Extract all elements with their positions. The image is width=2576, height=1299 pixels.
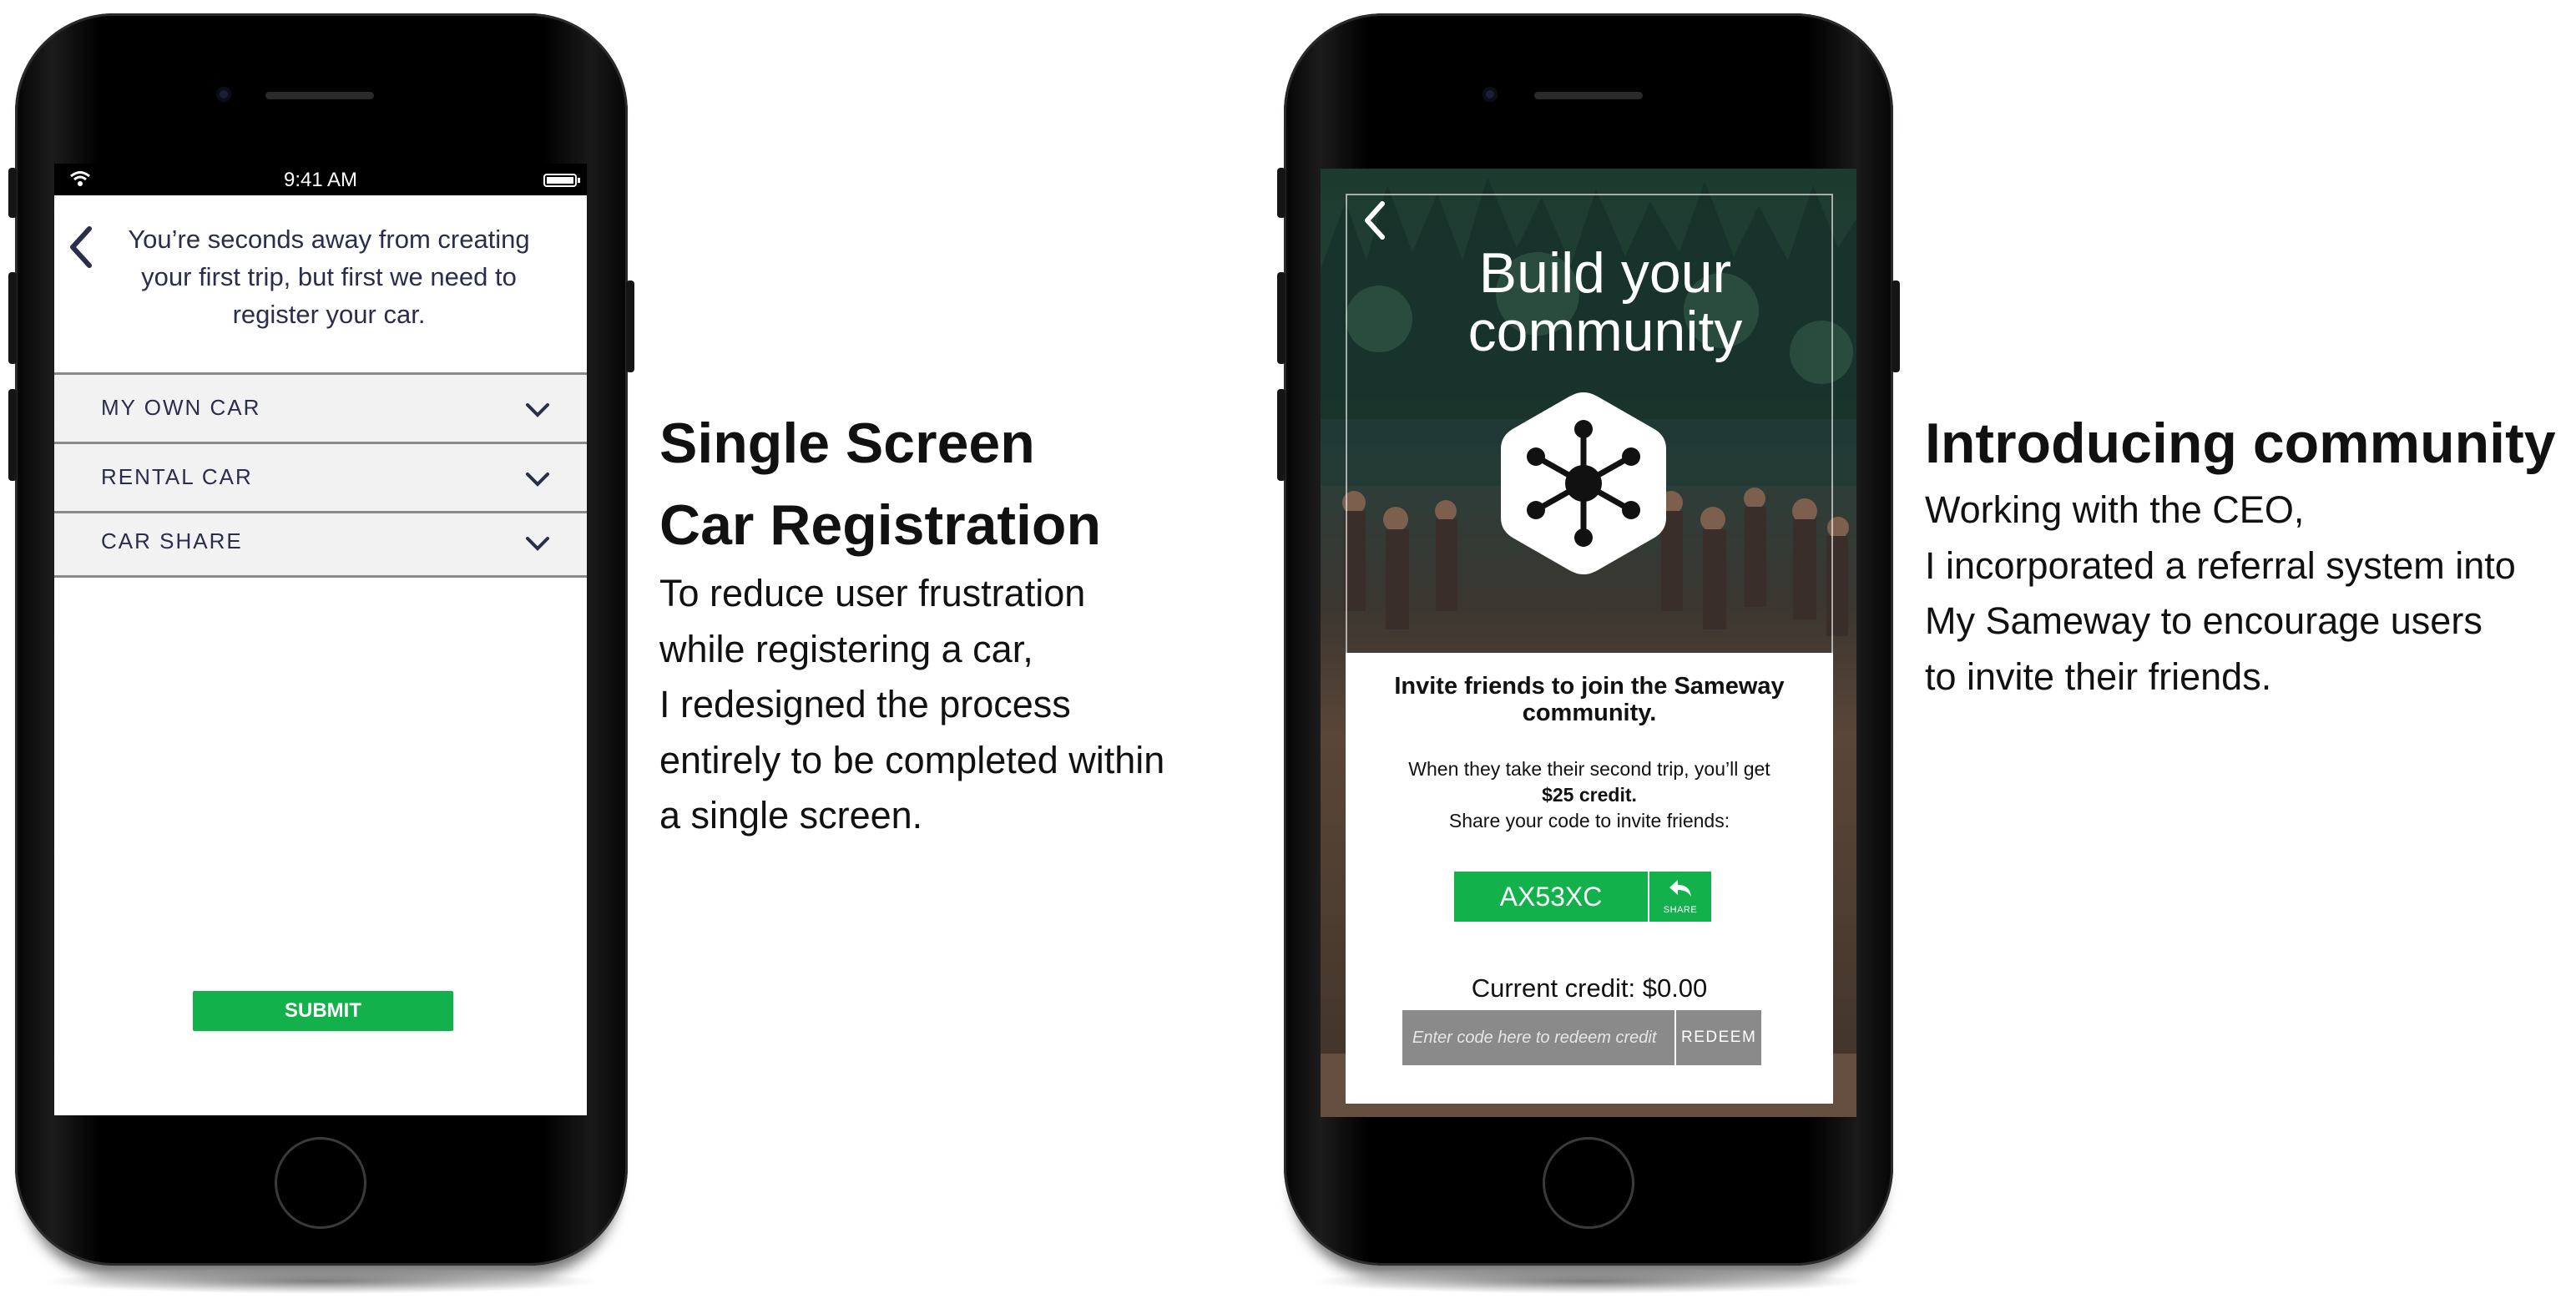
invite-card: Invite friends to join the Sameway commu… [1346,653,1833,1104]
caption-body-line: a single screen. [659,794,923,837]
invite-heading: Invite friends to join the Sameway commu… [1394,673,1785,726]
option-label: MY OWN CAR [101,395,261,420]
referral-code[interactable]: AX53XC [1454,872,1648,922]
phone-power-button [626,281,634,372]
phone-mute-switch [1277,168,1285,218]
status-bar: 9:41 AM [54,164,587,195]
caption-body-line: I incorporated a referral system into [1925,543,2516,587]
status-time: 9:41 AM [283,169,358,191]
option-label: RENTAL CAR [101,464,253,489]
earpiece-speaker [1534,92,1643,99]
current-credit: Current credit: $0.00 [1471,973,1708,1003]
caption-body-line: I redesigned the process [659,683,1071,725]
caption-body-line: Working with the CEO, [1925,488,2305,531]
hex-network-logo-icon [1501,392,1666,574]
credit-amount: $25 credit. [1362,782,1816,808]
back-chevron-icon[interactable] [1361,199,1389,242]
phone-volume-up [8,272,17,364]
option-car-share[interactable]: CAR SHARE [54,513,587,578]
info-line: When they take their second trip, you’ll… [1408,758,1770,780]
info-line: Share your code to invite friends: [1448,810,1730,831]
community-title-line: Build your [1478,241,1732,305]
front-camera [216,87,231,102]
share-button[interactable]: SHARE [1649,872,1711,922]
home-button[interactable] [1543,1137,1634,1229]
option-rental-car[interactable]: RENTAL CAR [54,444,587,513]
home-button[interactable] [275,1137,366,1229]
community-title-line: community [1467,300,1743,363]
caption-title-line: Car Registration [659,493,1101,557]
caption-title-line: Single Screen [659,412,1035,475]
redeem-button[interactable]: REDEEM [1676,1010,1761,1065]
registration-screen: 9:41 AM You’re seconds away from creatin… [54,164,587,1115]
caption-body-line: to invite their friends. [1925,655,2272,698]
phone-volume-down [8,389,17,481]
earpiece-speaker [265,92,374,99]
phone-shadow [1309,1269,1868,1294]
caption-title: Introducing community [1925,412,2556,475]
share-arrow-icon [1669,880,1691,897]
phone-shadow [40,1269,603,1294]
chevron-down-icon [526,473,549,487]
caption-title: Single Screen Car Registration [659,402,1101,566]
phone-mockup-right: Build your community Invite friends to j… [1277,13,1900,1294]
option-label: CAR SHARE [101,528,243,553]
caption-body: Working with the CEO, I incorporated a r… [1925,483,2516,705]
credit-amount-text: $25 credit. [1542,784,1637,806]
battery-icon [543,174,580,187]
redeem-code-input[interactable] [1402,1010,1674,1065]
front-camera [1482,87,1498,102]
option-my-own-car[interactable]: MY OWN CAR [54,375,587,444]
invite-info: When they take their second trip, you’ll… [1362,756,1816,834]
phone-mockup-left: 9:41 AM You’re seconds away from creatin… [8,13,634,1294]
registration-prompt: You’re seconds away from creating your f… [128,225,530,329]
caption-body-line: while registering a car, [659,627,1033,670]
phone-power-button [1892,281,1900,372]
phone-mute-switch [8,168,17,218]
submit-button[interactable]: SUBMIT [193,991,453,1031]
phone-volume-down [1277,389,1285,481]
caption-body: To reduce user frustration while registe… [659,566,1164,844]
referral-screen: Build your community Invite friends to j… [1321,169,1856,1117]
phone-volume-up [1277,272,1285,364]
share-label: SHARE [1663,905,1698,915]
chevron-down-icon [526,403,549,417]
caption-body-line: entirely to be completed within [659,738,1165,781]
back-chevron-icon[interactable] [66,225,94,269]
caption-body-line: To reduce user frustration [659,572,1086,614]
caption-body-line: My Sameway to encourage users [1925,599,2483,642]
community-title: Build your community [1371,244,1840,361]
chevron-down-icon [526,537,549,551]
